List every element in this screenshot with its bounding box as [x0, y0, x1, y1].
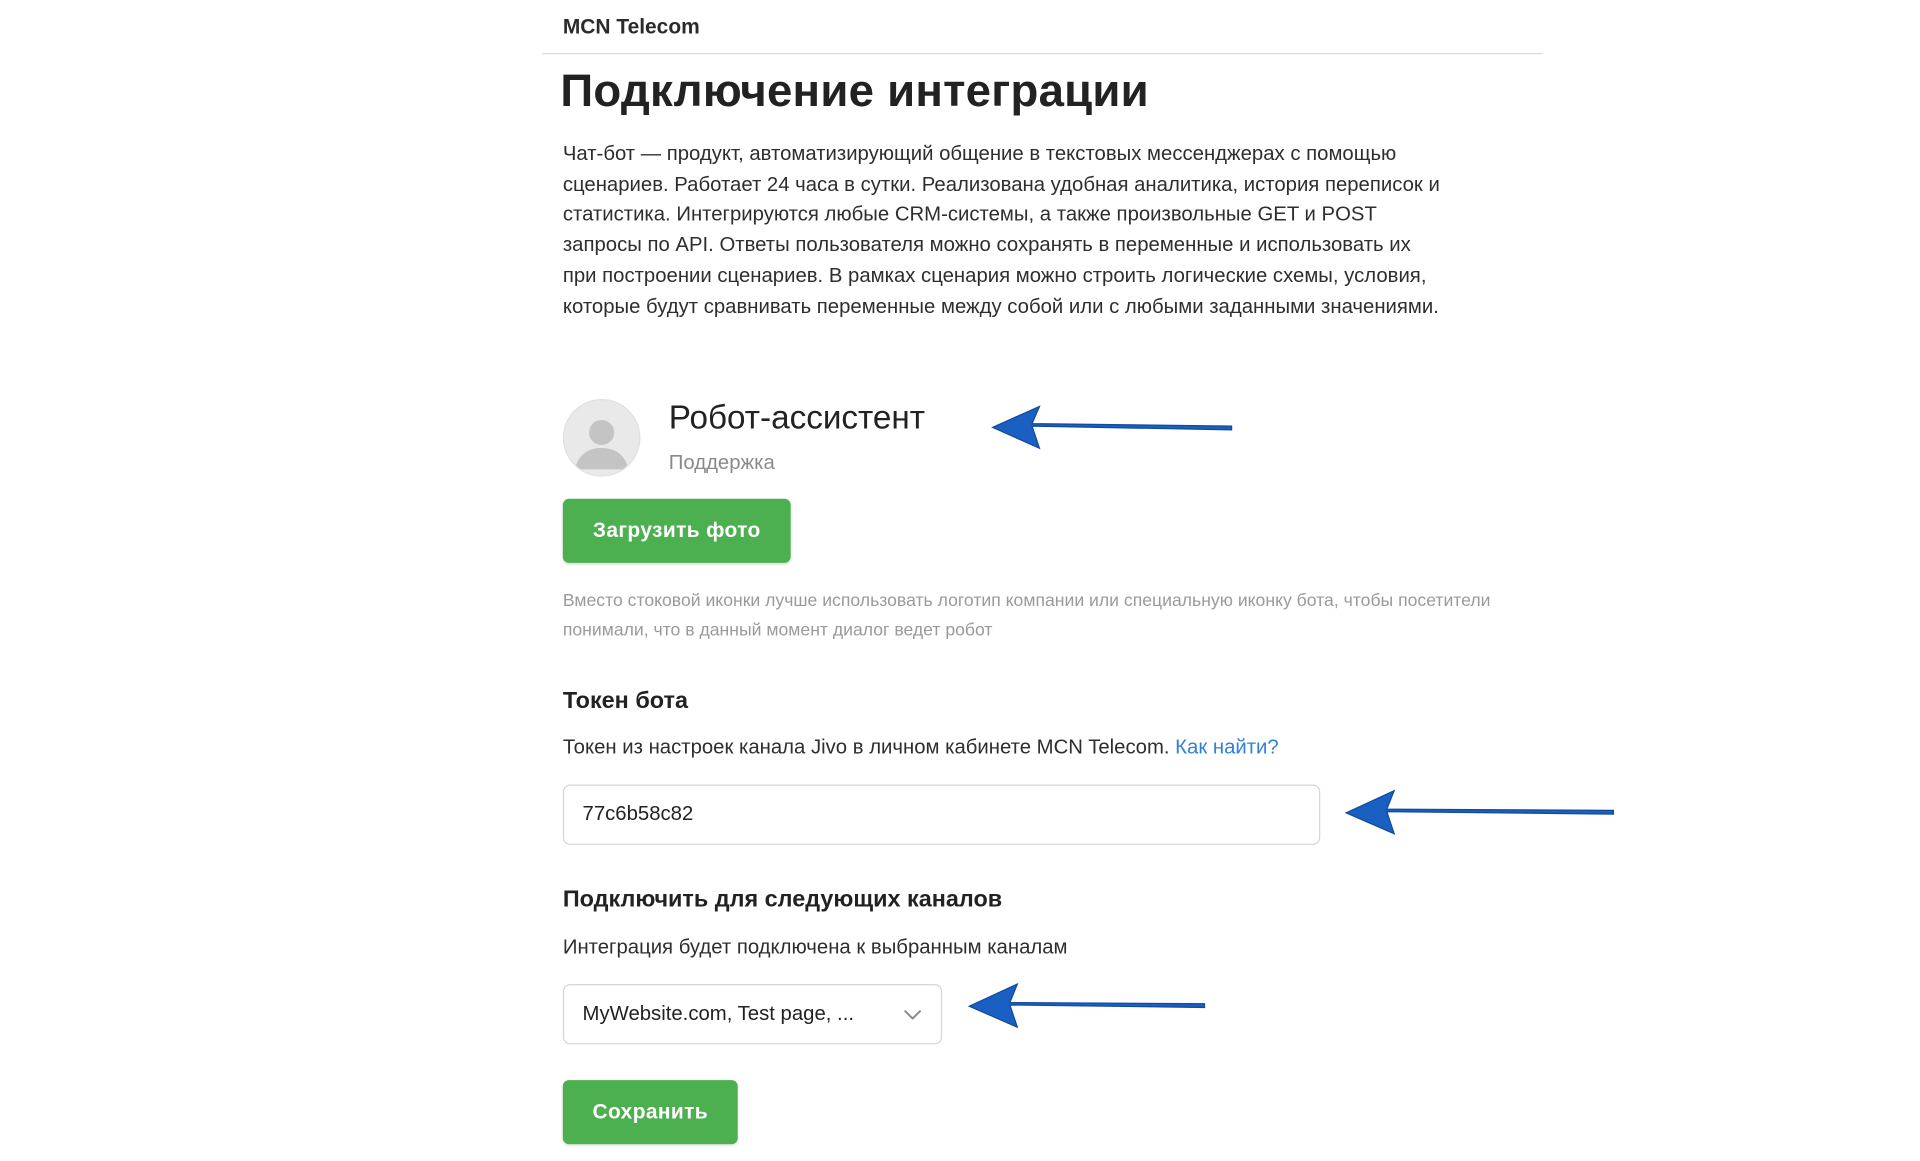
header-divider — [541, 52, 1544, 55]
avatar-hint: Вместо стоковой иконки лучше использоват… — [562, 591, 1491, 641]
token-section-title: Токен бота — [562, 688, 688, 715]
channels-description: Интеграция будет подключена к выбранным … — [562, 936, 1068, 959]
annotation-arrow-channels — [967, 982, 1206, 1029]
bot-name: Робот-ассистент — [668, 399, 925, 436]
annotation-arrow-name — [991, 405, 1233, 450]
bot-avatar — [562, 399, 641, 477]
page-description: Чат-бот — продукт, автоматизирующий обще… — [562, 142, 1440, 318]
annotation-arrow-token — [1344, 789, 1615, 835]
channels-section-title: Подключить для следующих каналов — [562, 886, 1003, 913]
page-canvas: MCN Telecom Подключение интеграции Чат-б… — [0, 0, 1920, 1161]
upload-photo-button[interactable]: Загрузить фото — [562, 498, 791, 563]
page-title: Подключение интеграции — [560, 65, 1149, 116]
token-description-text: Токен из настроек канала Jivo в личном к… — [562, 736, 1170, 759]
how-to-find-link[interactable]: Как найти? — [1175, 736, 1279, 758]
chevron-down-icon — [904, 1009, 921, 1019]
user-placeholder-icon — [574, 419, 629, 470]
channels-select[interactable]: MyWebsite.com, Test page, ... — [562, 984, 943, 1045]
token-description: Токен из настроек канала Jivo в личном к… — [563, 736, 1279, 759]
bot-token-input[interactable] — [562, 784, 1321, 845]
bot-role: Поддержка — [668, 451, 775, 475]
channels-select-value: MyWebsite.com, Test page, ... — [582, 1002, 854, 1025]
save-button[interactable]: Сохранить — [562, 1080, 738, 1145]
header-title: MCN Telecom — [562, 14, 700, 39]
